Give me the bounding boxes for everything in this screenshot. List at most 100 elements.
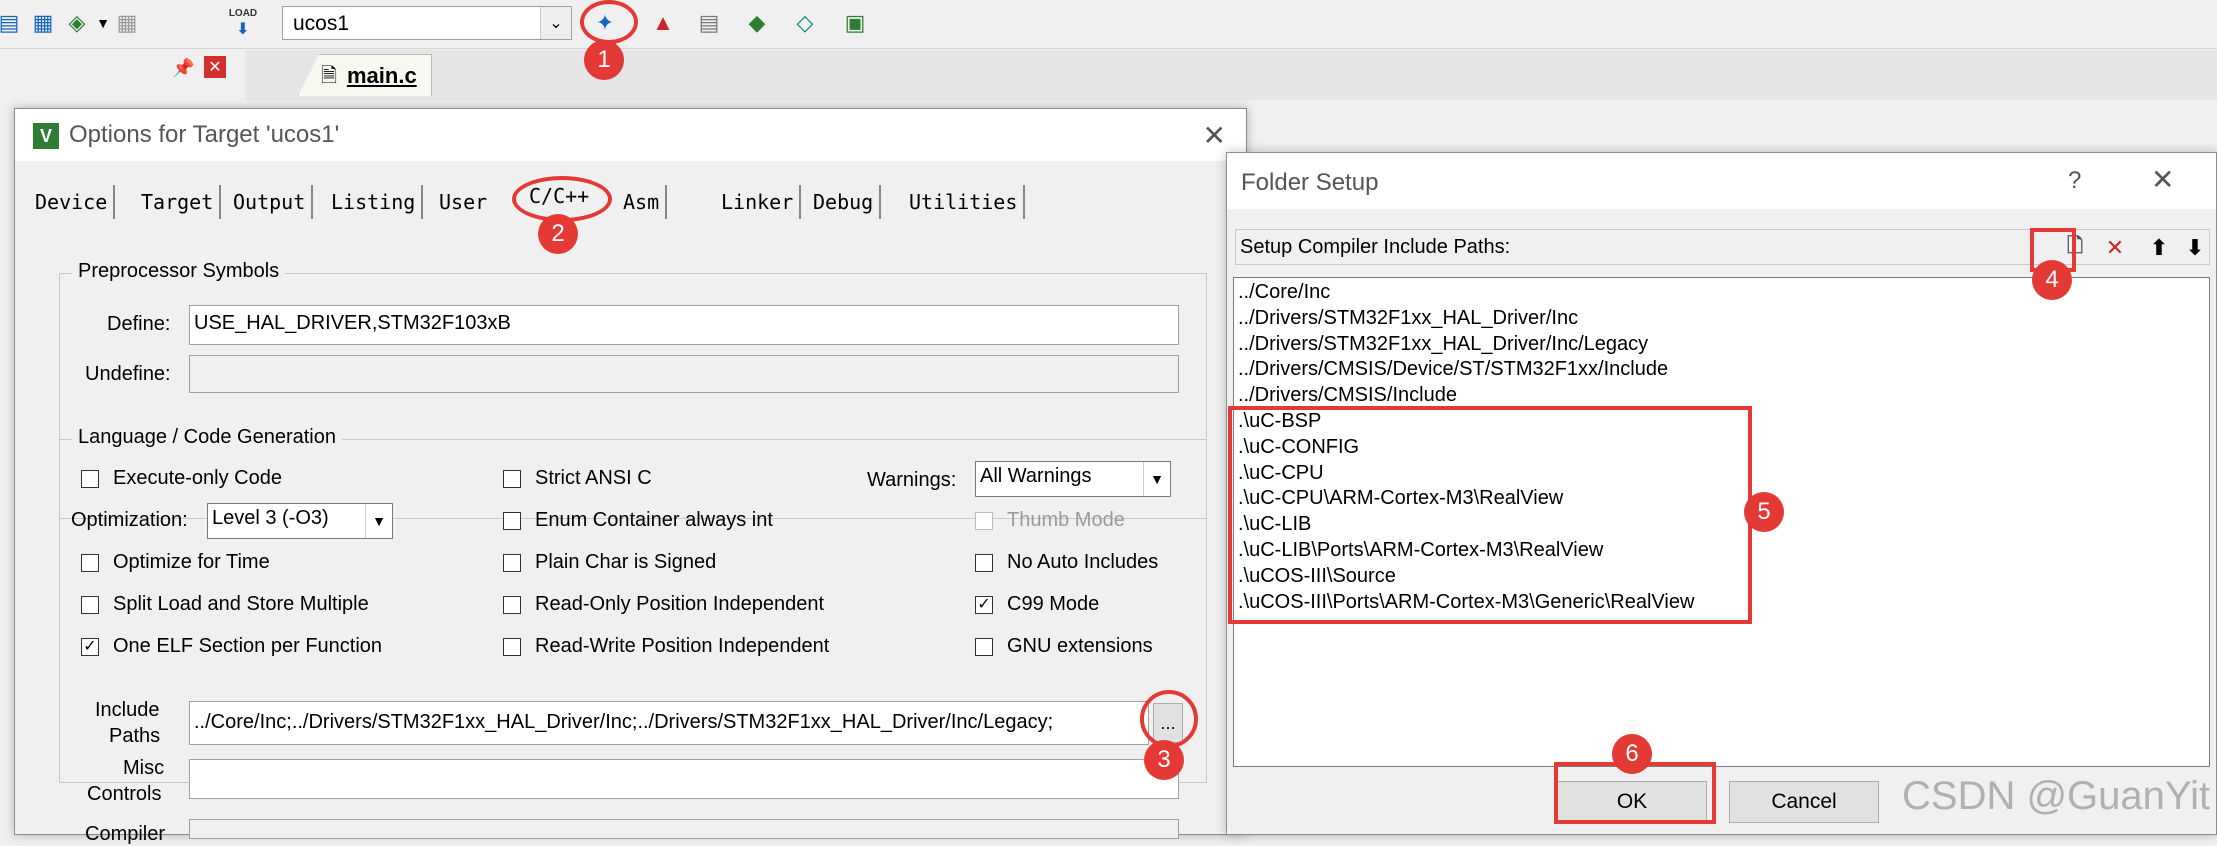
tab-label: main.c — [347, 63, 417, 88]
checkbox-box[interactable]: ✓ — [81, 637, 99, 656]
c99-mode-checkbox[interactable]: ✓ C99 Mode — [975, 593, 1099, 616]
annotation-rect — [1228, 406, 1752, 624]
dialog-title: Options for Target 'ucos1' — [69, 121, 340, 148]
checkbox-label: C99 Mode — [1007, 593, 1100, 615]
controls-label: Controls — [87, 783, 162, 805]
optimization-select[interactable]: Level 3 (-O3) ▼ — [207, 503, 393, 539]
warnings-label: Warnings: — [867, 469, 957, 491]
misc-controls-input[interactable] — [189, 759, 1179, 799]
components-icon[interactable]: ▲ — [648, 8, 678, 38]
include-label: Include — [95, 699, 160, 721]
download-icon[interactable]: ▤ — [0, 8, 24, 38]
close-icon[interactable]: ✕ — [2151, 163, 2174, 196]
checkbox-box[interactable] — [503, 595, 521, 614]
include-paths-input[interactable]: ../Core/Inc;../Drivers/STM32F1xx_HAL_Dri… — [189, 701, 1149, 745]
watermark: CSDN @GuanYit — [1902, 774, 2211, 818]
group-label: Preprocessor Symbols — [72, 260, 286, 283]
checkbox-label: Split Load and Store Multiple — [113, 593, 369, 615]
dialog-title: Folder Setup — [1241, 169, 1379, 196]
tab-output[interactable]: Output — [227, 185, 314, 219]
checkbox-box[interactable] — [503, 469, 521, 488]
optimization-label: Optimization: — [71, 509, 188, 531]
tab-debug[interactable]: Debug — [807, 185, 882, 219]
delete-icon[interactable]: ✕ — [2098, 234, 2132, 262]
optimization-value: Level 3 (-O3) — [212, 507, 329, 529]
group-label: Language / Code Generation — [72, 426, 342, 449]
list-item[interactable]: ../Drivers/STM32F1xx_HAL_Driver/Inc — [1238, 306, 2205, 332]
target-select[interactable]: ucos1 ⌄ — [282, 6, 572, 40]
options-icon[interactable]: ▦ — [112, 8, 142, 38]
checkbox-box[interactable] — [81, 595, 99, 614]
cancel-button[interactable]: Cancel — [1729, 781, 1879, 823]
list-item[interactable]: ../Drivers/CMSIS/Device/ST/STM32F1xx/Inc… — [1238, 357, 2205, 383]
enum-container-checkbox[interactable]: Enum Container always int — [503, 509, 773, 532]
checkbox-box[interactable]: ✓ — [975, 595, 993, 614]
chevron-down-icon[interactable]: ▼ — [365, 504, 392, 538]
undefine-input[interactable] — [189, 355, 1179, 393]
annotation-number: 2 — [538, 214, 578, 254]
annotation-number: 3 — [1144, 740, 1184, 780]
target-select-value: ucos1 — [293, 12, 350, 35]
no-auto-includes-checkbox[interactable]: No Auto Includes — [975, 551, 1158, 574]
checkbox-label: Enum Container always int — [535, 509, 773, 531]
checkbox-label: Execute-only Code — [113, 467, 282, 489]
split-load-checkbox[interactable]: Split Load and Store Multiple — [81, 593, 369, 616]
list-item[interactable]: ../Drivers/STM32F1xx_HAL_Driver/Inc/Lega… — [1238, 332, 2205, 358]
misc-label: Misc — [123, 757, 165, 779]
plain-char-checkbox[interactable]: Plain Char is Signed — [503, 551, 716, 574]
batch-icon[interactable]: ▦ — [28, 8, 58, 38]
annotation-number: 6 — [1612, 734, 1652, 774]
pack-icon[interactable]: ◇ — [790, 8, 820, 38]
pin-icon[interactable]: 📌 — [172, 58, 194, 79]
load-label: LOAD — [228, 7, 258, 19]
move-down-icon[interactable]: ⬇ — [2178, 234, 2212, 262]
checkbox-box[interactable] — [503, 553, 521, 572]
optimize-time-checkbox[interactable]: Optimize for Time — [81, 551, 270, 574]
tab-target[interactable]: Target — [135, 185, 222, 219]
diamond-icon[interactable]: ◆ — [742, 8, 772, 38]
checkbox-label: Strict ANSI C — [535, 467, 652, 489]
gnu-extensions-checkbox[interactable]: GNU extensions — [975, 635, 1153, 658]
tab-linker[interactable]: Linker — [715, 185, 802, 219]
books-icon[interactable]: ▤ — [694, 8, 724, 38]
chevron-down-icon[interactable]: ▼ — [1143, 462, 1170, 496]
checkbox-box[interactable] — [975, 553, 993, 572]
checkbox-box[interactable] — [81, 553, 99, 572]
checkbox-label: Plain Char is Signed — [535, 551, 717, 573]
execute-only-checkbox[interactable]: Execute-only Code — [81, 467, 282, 490]
tab-main-c[interactable]: 🗎 main.c — [298, 54, 432, 96]
annotation-number: 1 — [584, 40, 624, 80]
undefine-label: Undefine: — [85, 363, 171, 385]
checkbox-box[interactable] — [81, 469, 99, 488]
dialog-titlebar: Folder Setup ? ✕ — [1227, 153, 2216, 209]
strict-ansi-checkbox[interactable]: Strict ANSI C — [503, 467, 652, 490]
warnings-select[interactable]: All Warnings ▼ — [975, 461, 1171, 497]
one-elf-checkbox[interactable]: ✓ One ELF Section per Function — [81, 635, 382, 658]
tab-listing[interactable]: Listing — [325, 185, 424, 219]
chevron-down-icon[interactable]: ⌄ — [540, 7, 571, 39]
checkbox-label: No Auto Includes — [1007, 551, 1159, 573]
tab-device[interactable]: Device — [29, 185, 116, 219]
checkbox-label: One ELF Section per Function — [113, 635, 383, 657]
tab-utilities[interactable]: Utilities — [903, 185, 1026, 219]
pack-installer-icon[interactable]: ▣ — [840, 8, 870, 38]
ro-pi-checkbox[interactable]: Read-Only Position Independent — [503, 593, 824, 616]
close-icon[interactable]: ✕ — [204, 56, 226, 78]
keil-icon: V — [33, 123, 59, 149]
load-icon[interactable]: LOAD ⬇ — [226, 8, 260, 38]
checkbox-box[interactable] — [975, 637, 993, 656]
checkbox-box[interactable] — [503, 637, 521, 656]
tab-user[interactable]: User — [433, 185, 493, 219]
move-up-icon[interactable]: ⬆ — [2142, 234, 2176, 262]
language-group-top: Language / Code Generation — [59, 426, 1207, 449]
close-icon[interactable]: ✕ — [1203, 119, 1226, 152]
define-input[interactable]: USE_HAL_DRIVER,STM32F103xB — [189, 305, 1179, 345]
header-label: Setup Compiler Include Paths: — [1240, 236, 1511, 258]
warnings-value: All Warnings — [980, 465, 1092, 487]
rw-pi-checkbox[interactable]: Read-Write Position Independent — [503, 635, 829, 658]
checkbox-box — [975, 511, 993, 530]
annotation-number: 4 — [2032, 260, 2072, 300]
checkbox-box[interactable] — [503, 511, 521, 530]
tab-asm[interactable]: Asm — [617, 185, 668, 219]
help-icon[interactable]: ? — [2068, 167, 2081, 195]
